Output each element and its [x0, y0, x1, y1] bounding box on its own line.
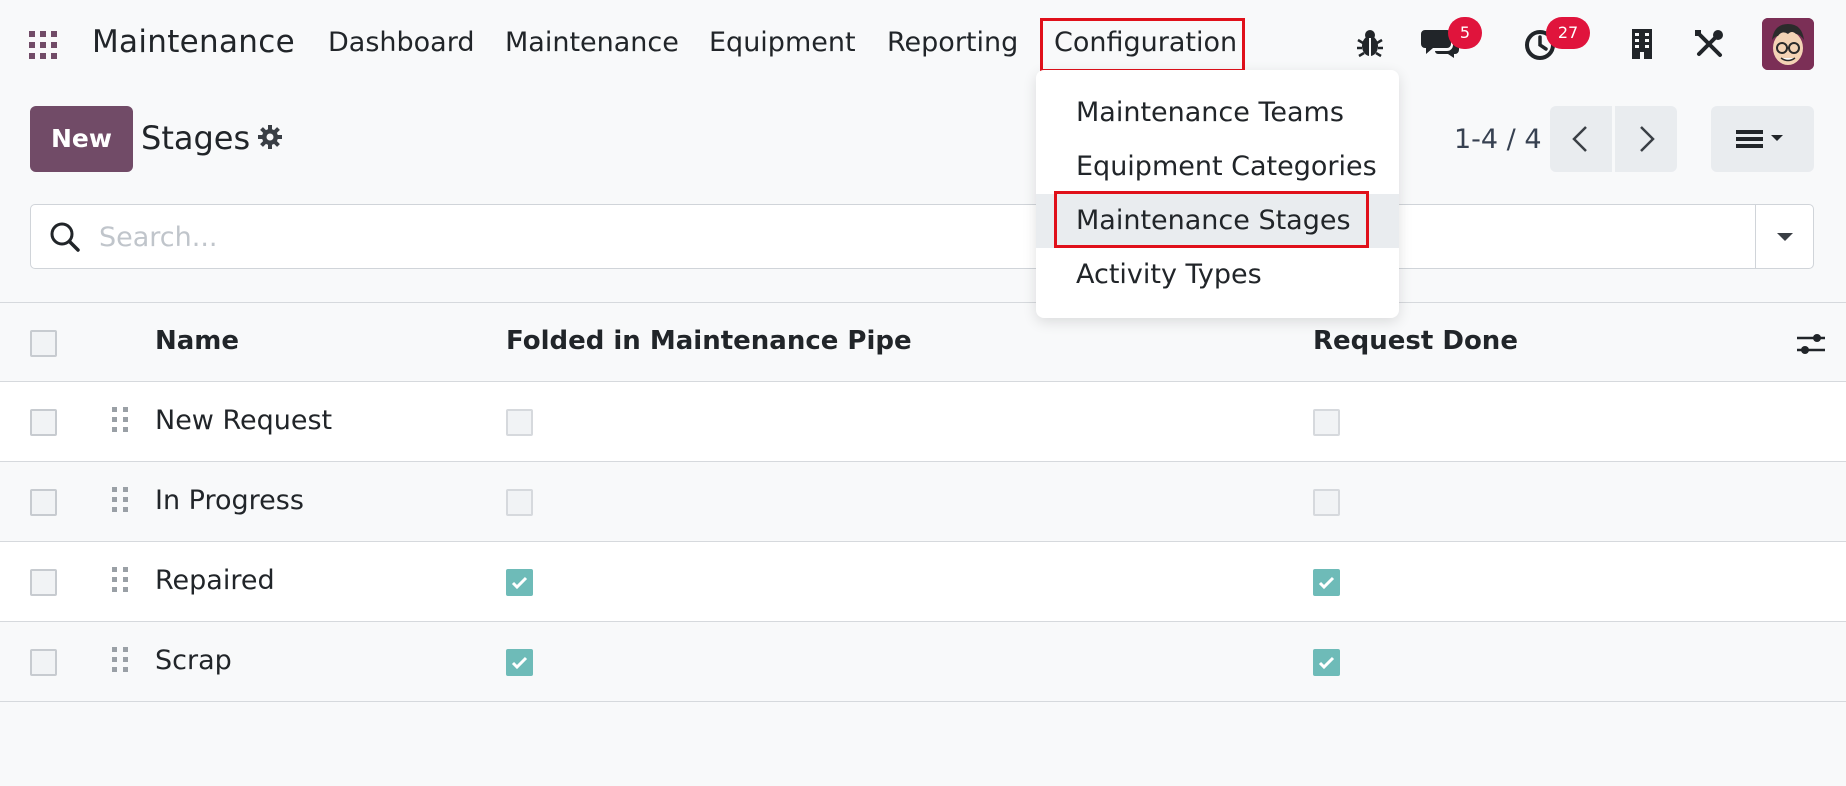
menu-maintenance[interactable]: Maintenance: [505, 27, 679, 58]
request-done-checkbox[interactable]: [1313, 409, 1340, 436]
activities-badge: 27: [1546, 17, 1590, 49]
column-header-done[interactable]: Request Done: [1313, 326, 1518, 356]
checkmark-icon: [511, 656, 528, 670]
request-done-checkbox[interactable]: [1313, 649, 1340, 676]
select-all-checkbox[interactable]: [30, 330, 57, 357]
folded-checkbox[interactable]: [506, 649, 533, 676]
top-navbar: Maintenance Dashboard Maintenance Equipm…: [0, 0, 1846, 88]
column-header-name[interactable]: Name: [155, 326, 239, 356]
table-row[interactable]: In Progress: [0, 462, 1846, 542]
search-options-toggle[interactable]: [1755, 205, 1813, 268]
menu-reporting[interactable]: Reporting: [887, 27, 1018, 58]
app-name[interactable]: Maintenance: [92, 24, 295, 60]
caret-down-icon: [1777, 233, 1793, 241]
menu-equipment[interactable]: Equipment: [709, 27, 856, 58]
folded-checkbox[interactable]: [506, 489, 533, 516]
company-building-icon[interactable]: [1630, 28, 1654, 64]
dropdown-item-activity-types[interactable]: Activity Types: [1036, 248, 1399, 302]
folded-checkbox[interactable]: [506, 409, 533, 436]
cell-stage-name[interactable]: In Progress: [155, 485, 304, 516]
gear-icon[interactable]: [257, 124, 283, 154]
cell-stage-name[interactable]: Scrap: [155, 645, 232, 676]
table-row[interactable]: New Request: [0, 382, 1846, 462]
dropdown-item-maintenance-teams[interactable]: Maintenance Teams: [1036, 86, 1399, 140]
user-avatar[interactable]: [1762, 18, 1814, 70]
maintenance-stages-highlight-box: [1054, 191, 1369, 248]
list-view-switcher[interactable]: [1711, 106, 1814, 172]
chevron-right-icon: [1640, 126, 1655, 152]
row-checkbox[interactable]: [30, 409, 57, 436]
menu-dashboard[interactable]: Dashboard: [328, 27, 474, 58]
table-header-row: Name Folded in Maintenance Pipe Request …: [0, 302, 1846, 382]
drag-handle-icon[interactable]: [112, 567, 130, 597]
breadcrumb-title: Stages: [141, 119, 251, 157]
configuration-highlight-box: [1040, 18, 1245, 72]
messages-badge: 5: [1448, 17, 1482, 49]
row-checkbox[interactable]: [30, 569, 57, 596]
table-row[interactable]: Repaired: [0, 542, 1846, 622]
drag-handle-icon[interactable]: [112, 487, 130, 517]
checkmark-icon: [511, 576, 528, 590]
stages-table: Name Folded in Maintenance Pipe Request …: [0, 302, 1846, 702]
request-done-checkbox[interactable]: [1313, 569, 1340, 596]
settings-tools-icon[interactable]: [1693, 28, 1725, 64]
row-checkbox[interactable]: [30, 489, 57, 516]
cell-stage-name[interactable]: Repaired: [155, 565, 275, 596]
row-checkbox[interactable]: [30, 649, 57, 676]
request-done-checkbox[interactable]: [1313, 489, 1340, 516]
chevron-left-icon: [1572, 126, 1587, 152]
column-header-folded[interactable]: Folded in Maintenance Pipe: [506, 326, 912, 356]
checkmark-icon: [1318, 576, 1335, 590]
debug-bug-icon[interactable]: [1356, 28, 1384, 62]
drag-handle-icon[interactable]: [112, 407, 130, 437]
new-button[interactable]: New: [30, 106, 133, 172]
dropdown-item-equipment-categories[interactable]: Equipment Categories: [1036, 140, 1399, 194]
folded-checkbox[interactable]: [506, 569, 533, 596]
drag-handle-icon[interactable]: [112, 647, 130, 677]
list-view-icon: [1736, 130, 1783, 148]
cell-stage-name[interactable]: New Request: [155, 405, 332, 436]
pager-value[interactable]: 1-4 / 4: [1454, 124, 1542, 155]
optional-columns-sliders-icon[interactable]: [1796, 331, 1826, 361]
table-row[interactable]: Scrap: [0, 622, 1846, 702]
apps-grid-icon[interactable]: [29, 31, 59, 59]
checkmark-icon: [1318, 656, 1335, 670]
search-bar: [30, 204, 1814, 269]
pager-next-button[interactable]: [1615, 106, 1677, 172]
pager-previous-button[interactable]: [1550, 106, 1612, 172]
search-icon: [49, 221, 81, 257]
